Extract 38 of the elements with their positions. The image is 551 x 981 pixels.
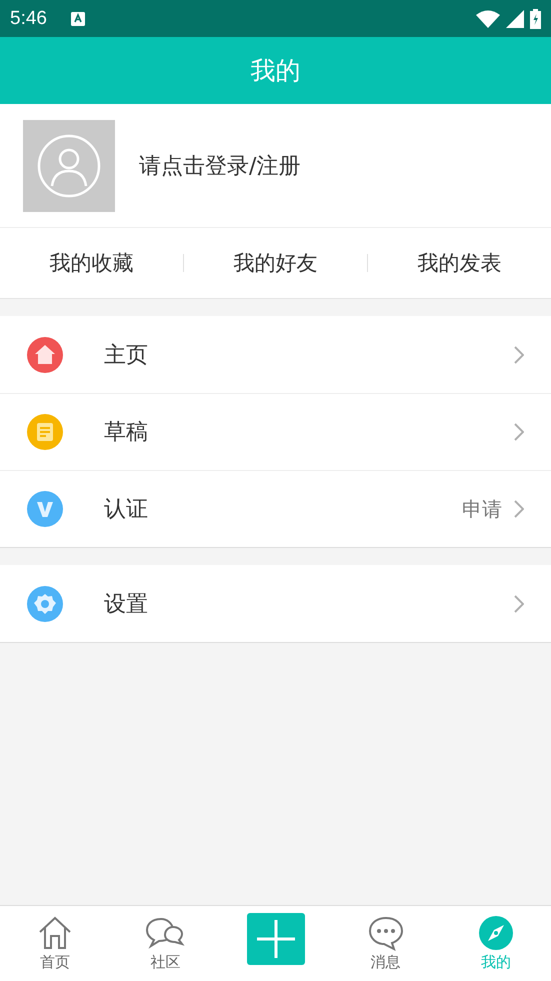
plus-icon xyxy=(256,920,294,958)
menu-row[interactable]: 认证 申请 xyxy=(0,470,551,547)
chevron-icon xyxy=(514,423,524,441)
add-button[interactable] xyxy=(246,912,304,964)
compass-icon xyxy=(478,915,514,951)
note-icon xyxy=(27,414,63,450)
chevron-icon xyxy=(514,594,524,612)
signal-icon xyxy=(506,10,524,28)
nav-tab[interactable]: 社区 xyxy=(145,915,186,972)
wifi-icon xyxy=(476,10,500,28)
shortcut-button[interactable]: 我的好友 xyxy=(184,241,367,285)
menu-row[interactable]: 草稿 xyxy=(0,393,551,470)
avatar-icon[interactable] xyxy=(23,120,115,212)
shortcut-button[interactable]: 我的发表 xyxy=(368,241,551,285)
message-icon xyxy=(368,915,404,951)
menu-label: 设置 xyxy=(104,590,148,618)
house-icon xyxy=(27,336,63,372)
nav-tab[interactable]: 首页 xyxy=(37,915,74,972)
page-title: 我的 xyxy=(250,55,300,87)
menu-label: 主页 xyxy=(104,342,148,370)
shortcut-button[interactable]: 我的收藏 xyxy=(0,241,183,285)
login-link[interactable]: 请点击登录/注册 xyxy=(139,150,300,180)
house-icon xyxy=(37,915,74,951)
menu-row[interactable]: 设置 xyxy=(0,565,551,642)
menu-label: 草稿 xyxy=(104,419,148,447)
chevron-icon xyxy=(514,500,524,518)
profile-card[interactable]: 请点击登录/注册 xyxy=(0,104,551,228)
menu-label: 认证 xyxy=(104,496,148,524)
battery-icon xyxy=(530,8,541,28)
status-time: 5:46 xyxy=(10,8,47,30)
chat-bubbles-icon xyxy=(145,915,186,951)
v-badge-icon xyxy=(27,491,63,527)
menu-row[interactable]: 主页 xyxy=(0,316,551,393)
keyboard-icon xyxy=(70,12,85,26)
menu-detail: 申请 xyxy=(462,496,502,522)
chevron-icon xyxy=(514,346,524,364)
nav-tab[interactable]: 消息 xyxy=(368,915,404,972)
settings-icon xyxy=(27,586,63,622)
